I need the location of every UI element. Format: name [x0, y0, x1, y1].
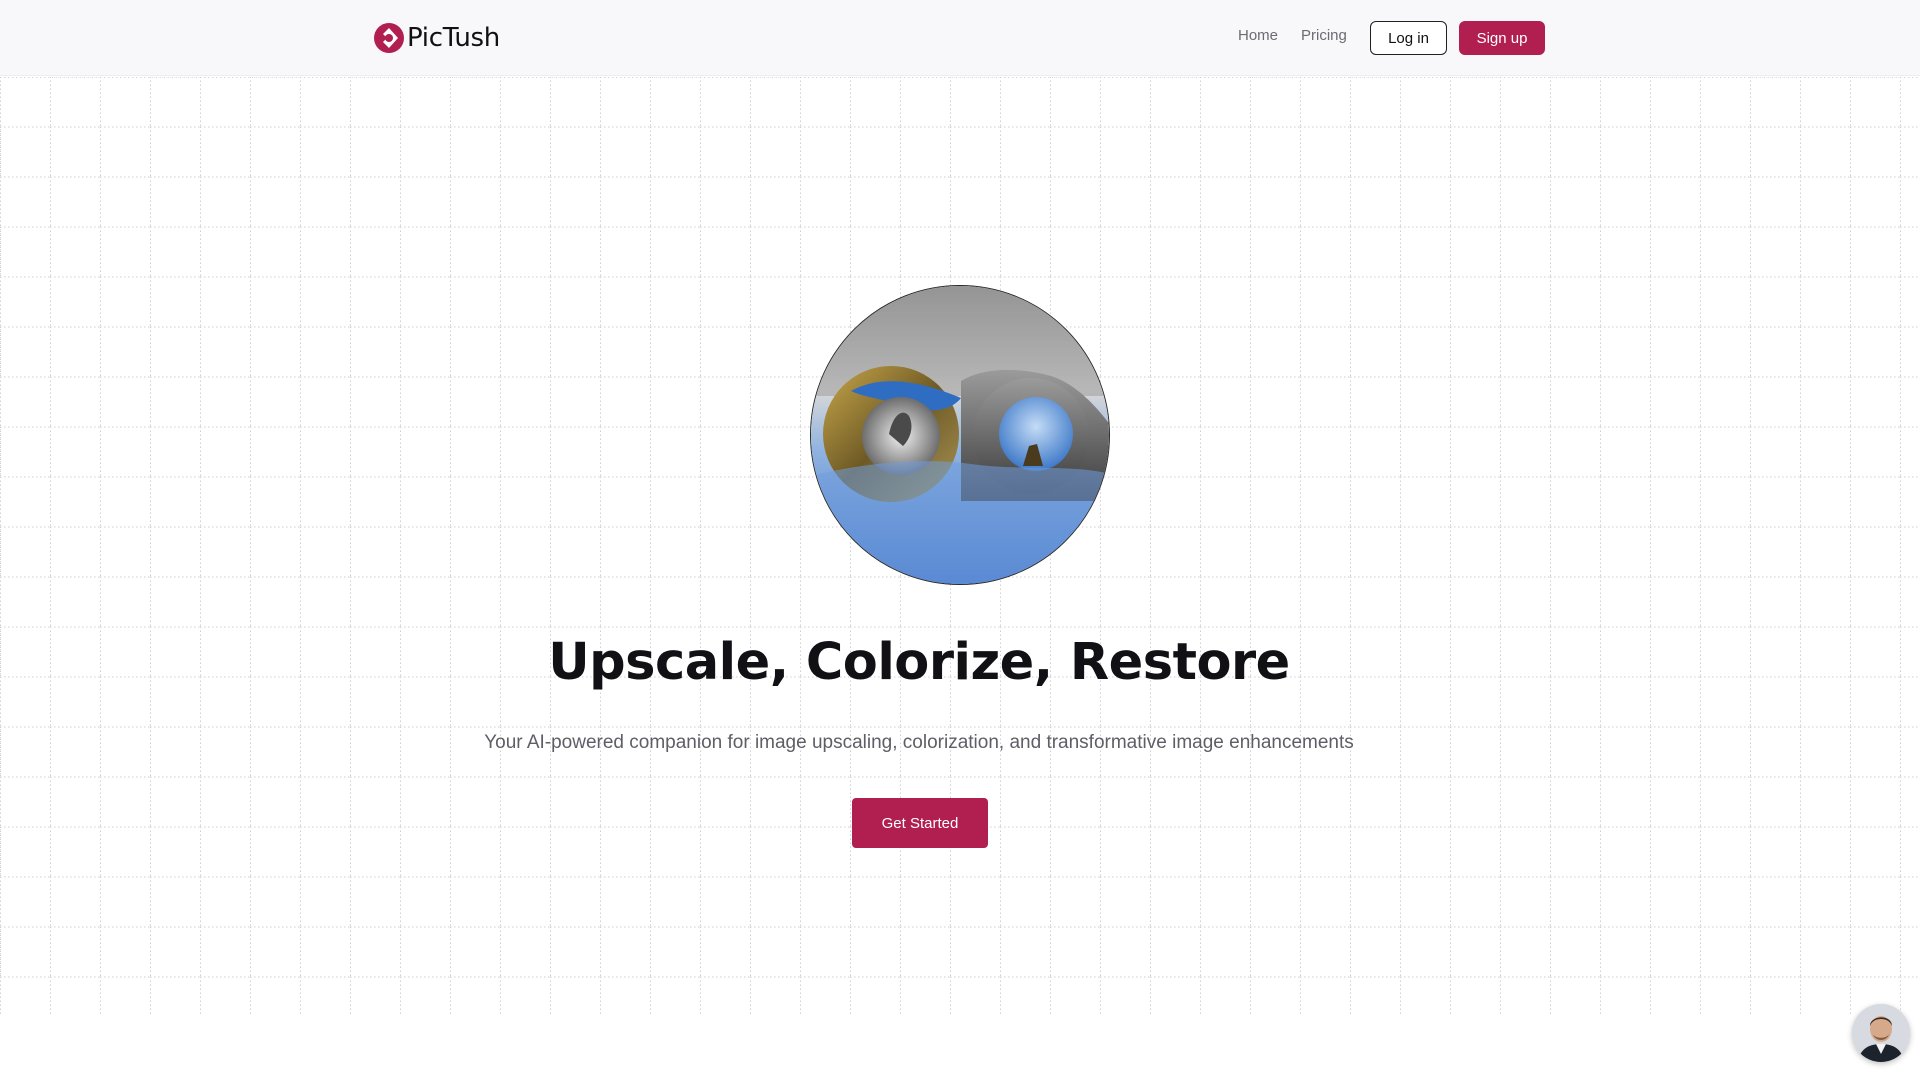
support-avatar-icon[interactable]	[1852, 1004, 1910, 1062]
hero-title: Upscale, Colorize, Restore	[548, 633, 1290, 692]
support-avatar-image	[1852, 1004, 1910, 1062]
signup-button[interactable]: Sign up	[1459, 21, 1545, 55]
page: PicTush Home Pricing Log in Sign up Upsc…	[0, 0, 1920, 1080]
pictush-logo-icon	[374, 23, 404, 53]
login-button[interactable]: Log in	[1370, 21, 1447, 55]
page-bottom	[0, 1017, 1920, 1080]
brand-logo-link[interactable]: PicTush	[373, 20, 500, 56]
hero-artwork	[811, 286, 1109, 584]
nav-pricing-link[interactable]: Pricing	[1301, 27, 1347, 44]
brand-name: PicTush	[407, 23, 500, 53]
site-header: PicTush Home Pricing Log in Sign up	[0, 0, 1920, 76]
get-started-button[interactable]: Get Started	[852, 798, 988, 848]
nav-home-link[interactable]: Home	[1238, 27, 1278, 44]
hero-image	[810, 285, 1110, 585]
hero-subtitle: Your AI-powered companion for image upsc…	[484, 732, 1354, 753]
